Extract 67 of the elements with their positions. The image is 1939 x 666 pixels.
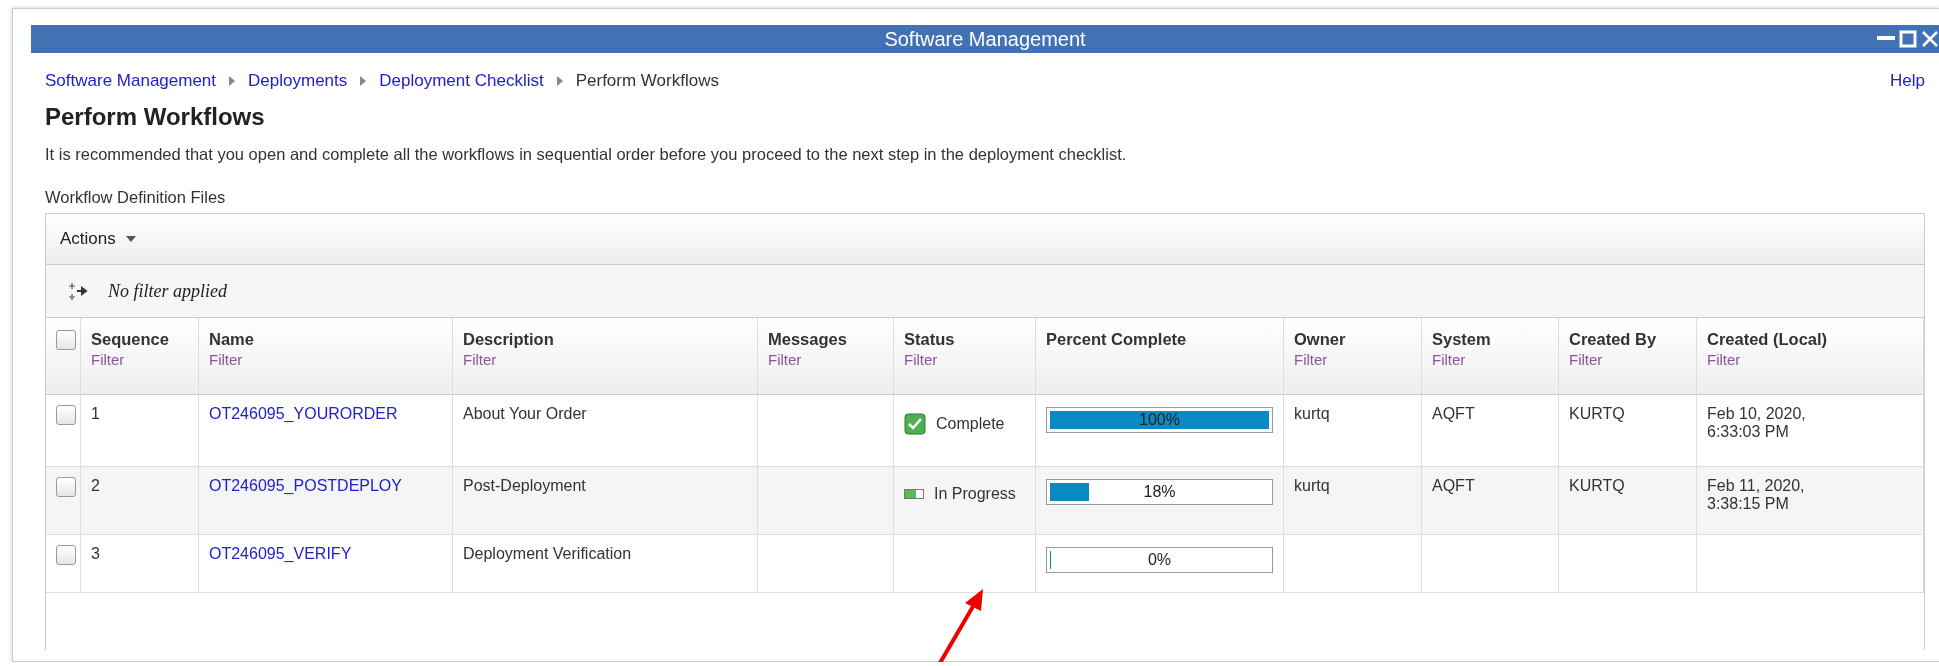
breadcrumb-link[interactable]: Software Management <box>45 71 217 91</box>
filter-link[interactable]: Filter <box>463 351 747 368</box>
workflow-link[interactable]: OT246095_VERIFY <box>209 545 442 563</box>
row-checkbox[interactable] <box>56 545 76 565</box>
status-text: In Progress <box>934 485 1016 503</box>
column-title[interactable]: Description <box>463 330 747 349</box>
status-text: Complete <box>936 415 1005 433</box>
creator-text: KURTQ <box>1569 405 1626 423</box>
system-text: AQFT <box>1432 405 1476 423</box>
filter-link[interactable]: Filter <box>904 351 1025 368</box>
percent-text: 100% <box>1139 411 1180 429</box>
column-title[interactable]: Sequence <box>91 330 188 349</box>
description-text: Deployment Verification <box>463 545 633 563</box>
chevron-icon <box>555 75 564 87</box>
chevron-icon <box>228 75 237 87</box>
filter-link[interactable]: Filter <box>91 351 188 368</box>
column-title[interactable]: Created By <box>1569 330 1686 349</box>
filter-arrows-icon[interactable] <box>68 280 90 302</box>
date-text: 6:33:03 PM <box>1707 423 1790 441</box>
page-heading: Perform Workflows <box>45 103 266 131</box>
check-icon <box>904 413 926 435</box>
close-icon[interactable] <box>1921 30 1939 48</box>
date-text: 3:38:15 PM <box>1707 495 1790 513</box>
select-all-checkbox[interactable] <box>56 330 76 350</box>
filter-link[interactable]: Filter <box>768 351 883 368</box>
filter-link[interactable]: Filter <box>1707 351 1913 368</box>
progress-icon <box>904 489 924 499</box>
current-page-label: Perform Workflows <box>575 71 719 91</box>
row-checkbox[interactable] <box>56 477 76 497</box>
column-title[interactable]: System <box>1432 330 1548 349</box>
column-title[interactable]: Messages <box>768 330 883 349</box>
table-label: Workflow Definition Files <box>45 188 227 207</box>
help-link[interactable]: Help <box>1890 71 1925 91</box>
description-text: About Your Order <box>463 405 588 423</box>
percent-text: 0% <box>1147 551 1172 569</box>
sequence-text: 3 <box>91 545 101 563</box>
owner-text: kurtq <box>1294 405 1331 423</box>
column-title[interactable]: Status <box>904 330 1025 349</box>
actions-menu[interactable]: Actions <box>60 229 136 249</box>
filter-link[interactable]: Filter <box>1432 351 1548 368</box>
filter-status: No filter applied <box>108 280 227 302</box>
column-title[interactable]: Created (Local) <box>1707 330 1913 349</box>
column-title[interactable]: Percent Complete <box>1046 330 1273 349</box>
chevron-icon <box>359 75 368 87</box>
creator-text: KURTQ <box>1569 477 1626 495</box>
workflow-link[interactable]: OT246095_POSTDEPLOY <box>209 477 442 495</box>
filter-link[interactable]: Filter <box>1294 351 1411 368</box>
caret-icon <box>125 236 136 242</box>
window-title: Software Management <box>884 27 1086 51</box>
sequence-text: 2 <box>91 477 101 495</box>
breadcrumb-link[interactable]: Deployments <box>248 71 348 91</box>
column-title[interactable]: Owner <box>1294 330 1411 349</box>
breadcrumb-link[interactable]: Deployment Checklist <box>379 71 544 91</box>
owner-text: kurtq <box>1294 477 1331 495</box>
sequence-text: 1 <box>91 405 101 423</box>
percent-text: 18% <box>1143 483 1176 501</box>
description-text: Post-Deployment <box>463 477 587 495</box>
page-description: It is recommended that you open and complete all the workflows in sequential order before you proceed to the next step in the deployment checklist. <box>45 145 1128 164</box>
filter-link[interactable]: Filter <box>1569 351 1686 368</box>
maximize-icon[interactable] <box>1899 30 1917 48</box>
system-text: AQFT <box>1432 477 1476 495</box>
date-text: Feb 10, 2020, <box>1707 405 1807 423</box>
row-checkbox[interactable] <box>56 405 76 425</box>
column-title[interactable]: Name <box>209 330 442 349</box>
filter-link[interactable]: Filter <box>209 351 442 368</box>
date-text: Feb 11, 2020, <box>1707 477 1806 495</box>
workflow-link[interactable]: OT246095_YOURORDER <box>209 405 442 423</box>
